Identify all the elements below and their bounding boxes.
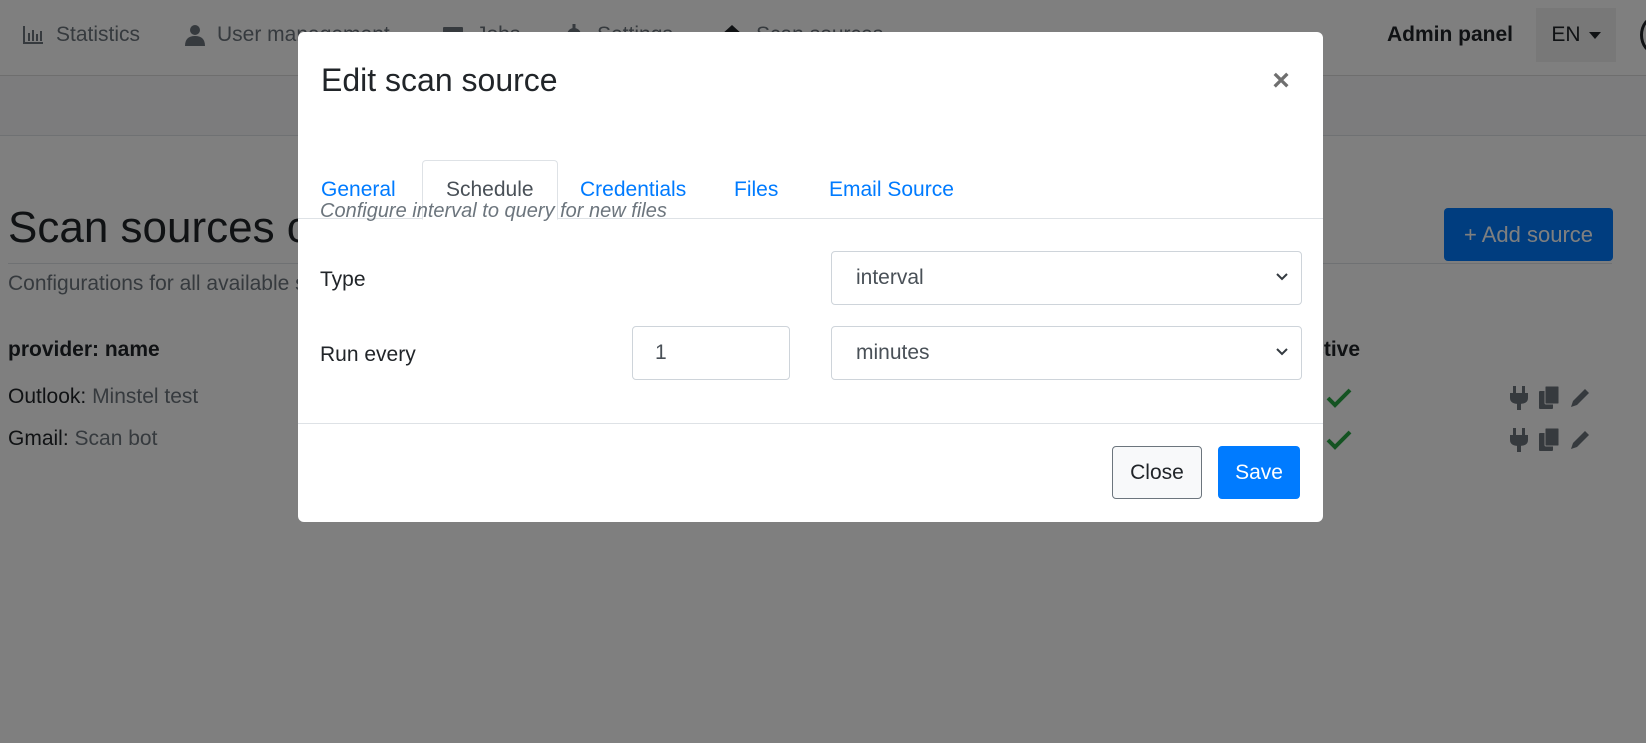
close-button[interactable]: Close (1112, 446, 1202, 499)
edit-scan-source-modal: Edit scan source × General Schedule Cred… (298, 32, 1323, 522)
modal-title: Edit scan source (321, 62, 558, 98)
run-every-input[interactable]: 1 (632, 326, 790, 380)
run-every-label: Run every (320, 343, 416, 366)
schedule-hint: Configure interval to query for new file… (320, 200, 667, 222)
type-select[interactable]: interval (831, 251, 1302, 305)
close-icon[interactable]: × (1266, 64, 1296, 97)
type-label: Type (320, 268, 366, 291)
interval-unit-value: minutes (856, 341, 930, 364)
interval-unit-select[interactable]: minutes (831, 326, 1302, 380)
type-select-value: interval (856, 266, 924, 289)
tab-email-source[interactable]: Email Source (806, 160, 977, 219)
save-button[interactable]: Save (1218, 446, 1300, 499)
tab-files[interactable]: Files (711, 160, 801, 219)
modal-footer-divider (298, 423, 1323, 424)
chevron-down-icon (1276, 273, 1288, 281)
chevron-down-icon (1276, 348, 1288, 356)
